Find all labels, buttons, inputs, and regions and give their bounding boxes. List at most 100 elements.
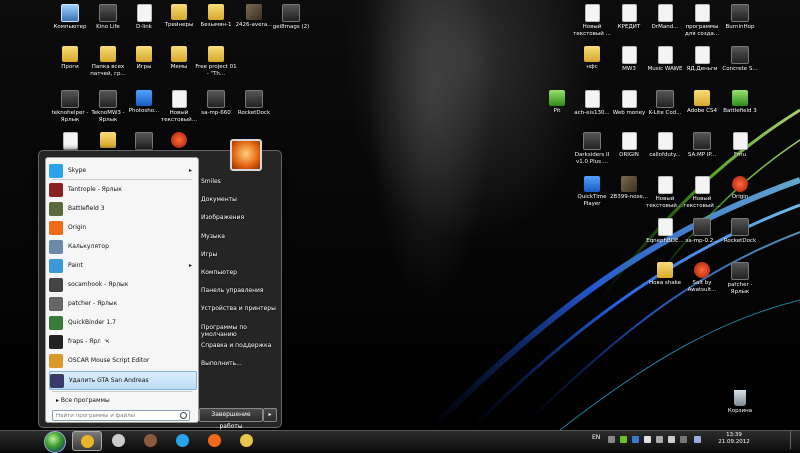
- start-menu-link[interactable]: Игры: [201, 251, 217, 258]
- skype-icon: [49, 163, 63, 178]
- computer-icon: [61, 4, 79, 22]
- desktop-icon-free-project[interactable]: Free project 01 - "Th...: [194, 46, 238, 86]
- shortcut-icon: [99, 4, 117, 22]
- skype-icon: [175, 433, 189, 447]
- document-icon: [621, 90, 637, 108]
- folder-icon: [239, 433, 253, 447]
- program-item[interactable]: fraps - Ярлык: [49, 333, 195, 350]
- tray-power-icon[interactable]: [694, 436, 701, 443]
- program-item[interactable]: Калькулятор: [49, 238, 195, 255]
- program-item[interactable]: OSCAR Mouse Script Editor: [49, 352, 195, 369]
- tray-language[interactable]: EN: [592, 434, 600, 441]
- battlefield-icon: [49, 201, 63, 216]
- program-item[interactable]: Tantrople - Ярлык: [49, 181, 195, 198]
- program-label: QuickBinder 1.7: [68, 319, 116, 326]
- quicktime-icon: [584, 176, 600, 192]
- desktop-icon-fmu[interactable]: Fmu: [718, 132, 762, 172]
- search-placeholder: Найти программы и файлы: [56, 413, 136, 419]
- program-item[interactable]: Battlefield 3: [49, 200, 195, 217]
- desktop-icon-rocketdock[interactable]: RocketDock: [232, 90, 276, 130]
- start-menu-link[interactable]: Smiles: [201, 178, 221, 185]
- tray-flag-icon[interactable]: [644, 436, 651, 443]
- program-item[interactable]: patcher - Ярлык: [49, 295, 195, 312]
- all-programs-label: Все программы: [60, 397, 110, 404]
- folder-icon: [62, 46, 78, 62]
- desktop-icon-recycle-bin[interactable]: Корзина: [718, 390, 762, 430]
- photo-icon: [246, 4, 262, 20]
- start-menu-link[interactable]: Программы по умолчанию: [201, 324, 281, 338]
- all-programs-button[interactable]: ▸ Все программы: [56, 397, 110, 404]
- desktop-icon-burnin-hop[interactable]: BurninHop: [718, 4, 762, 44]
- taskbar-button-clock-app[interactable]: [104, 431, 132, 449]
- taskbar-button-chrome[interactable]: [72, 431, 102, 451]
- program-item[interactable]: QuickBinder 1.7: [49, 314, 195, 331]
- paint-icon: [49, 258, 63, 273]
- document-icon: [694, 176, 710, 194]
- program-item[interactable]: Удалить GTA San Andreas: [49, 371, 197, 390]
- shutdown-button[interactable]: Завершение работы: [199, 408, 263, 430]
- start-menu-link[interactable]: Панель управления: [201, 287, 264, 294]
- fraps-icon: [49, 334, 63, 349]
- app-icon: [693, 218, 711, 236]
- user-picture[interactable]: [230, 139, 262, 171]
- app-icon: [731, 262, 749, 280]
- shutdown-options-button[interactable]: ▸: [263, 408, 277, 422]
- flag-icon: [732, 90, 748, 106]
- app-icon: [731, 46, 749, 64]
- program-item[interactable]: Origin: [49, 219, 195, 236]
- tray-network-icon[interactable]: [656, 436, 663, 443]
- submenu-arrow-icon: ▸: [188, 262, 192, 269]
- document-icon: [584, 4, 600, 22]
- desktop-icon-battlefield[interactable]: Battlefield 3: [718, 90, 762, 130]
- calculator-icon: [49, 239, 63, 254]
- desktop-icon-label: Fmu: [733, 152, 746, 158]
- clock-date: 21.09.2012: [718, 439, 750, 445]
- document-icon: [136, 4, 152, 22]
- start-menu-link[interactable]: Выполнить...: [201, 360, 242, 367]
- start-menu-link[interactable]: Музыка: [201, 233, 225, 240]
- desktop-icon-rocketdock-2[interactable]: RocketDock: [718, 218, 762, 258]
- document-icon: [657, 46, 673, 64]
- taskbar-button-skype[interactable]: [168, 431, 196, 449]
- app-icon: [135, 132, 153, 150]
- tray-arrow-icon[interactable]: [608, 436, 615, 443]
- taskbar-button-game[interactable]: [136, 431, 164, 449]
- program-label: Paint: [68, 262, 83, 269]
- tray-misc-icon[interactable]: [680, 436, 687, 443]
- start-menu-link[interactable]: Изображения: [201, 214, 244, 221]
- start-menu-link[interactable]: Справка и поддержка: [201, 342, 271, 349]
- desktop-icon-label: patcher - Ярлык: [727, 282, 753, 295]
- search-input[interactable]: Найти программы и файлы: [52, 410, 190, 421]
- search-icon[interactable]: [180, 412, 187, 419]
- start-menu-link[interactable]: Устройства и принтеры: [201, 305, 276, 312]
- desktop-icon-gei8mags[interactable]: gei8mags (2): [269, 4, 313, 44]
- taskbar-button-origin[interactable]: [200, 431, 228, 449]
- document-icon: [694, 46, 710, 64]
- program-label: Tantrople - Ярлык: [68, 186, 122, 193]
- origin-icon: [207, 433, 221, 447]
- show-desktop-button[interactable]: [790, 431, 800, 449]
- program-item[interactable]: socamhook - Ярлык: [49, 276, 195, 293]
- app-icon: [49, 296, 63, 311]
- program-item[interactable]: Skype ▸: [49, 162, 195, 179]
- folder-icon: [694, 90, 710, 106]
- folder-icon: [171, 4, 187, 20]
- desktop-icon-origin-2[interactable]: Origin: [718, 176, 762, 216]
- desktop-icon-label: Concrete S...: [722, 66, 758, 72]
- start-menu-link[interactable]: Компьютер: [201, 269, 237, 276]
- desktop-icon-concrete[interactable]: Concrete S...: [718, 46, 762, 86]
- tray-volume-icon[interactable]: [668, 436, 675, 443]
- start-menu-link[interactable]: Документы: [201, 196, 237, 203]
- tray-app-icon[interactable]: [632, 436, 639, 443]
- red-circle-icon: [171, 132, 187, 148]
- folder-icon: [208, 4, 224, 20]
- desktop-icon-patcher[interactable]: patcher - Ярлык: [718, 262, 762, 302]
- uninstall-icon: [50, 373, 64, 388]
- taskbar-button-explorer[interactable]: [232, 431, 260, 449]
- desktop-icon-label: gei8mags (2): [272, 24, 310, 30]
- tray-nvidia-icon[interactable]: [620, 436, 627, 443]
- program-item[interactable]: Paint ▸: [49, 257, 195, 274]
- flag-icon: [549, 90, 565, 106]
- desktop-icon-label: RocketDock: [723, 238, 757, 244]
- clock[interactable]: 13:39 21.09.2012: [714, 432, 754, 446]
